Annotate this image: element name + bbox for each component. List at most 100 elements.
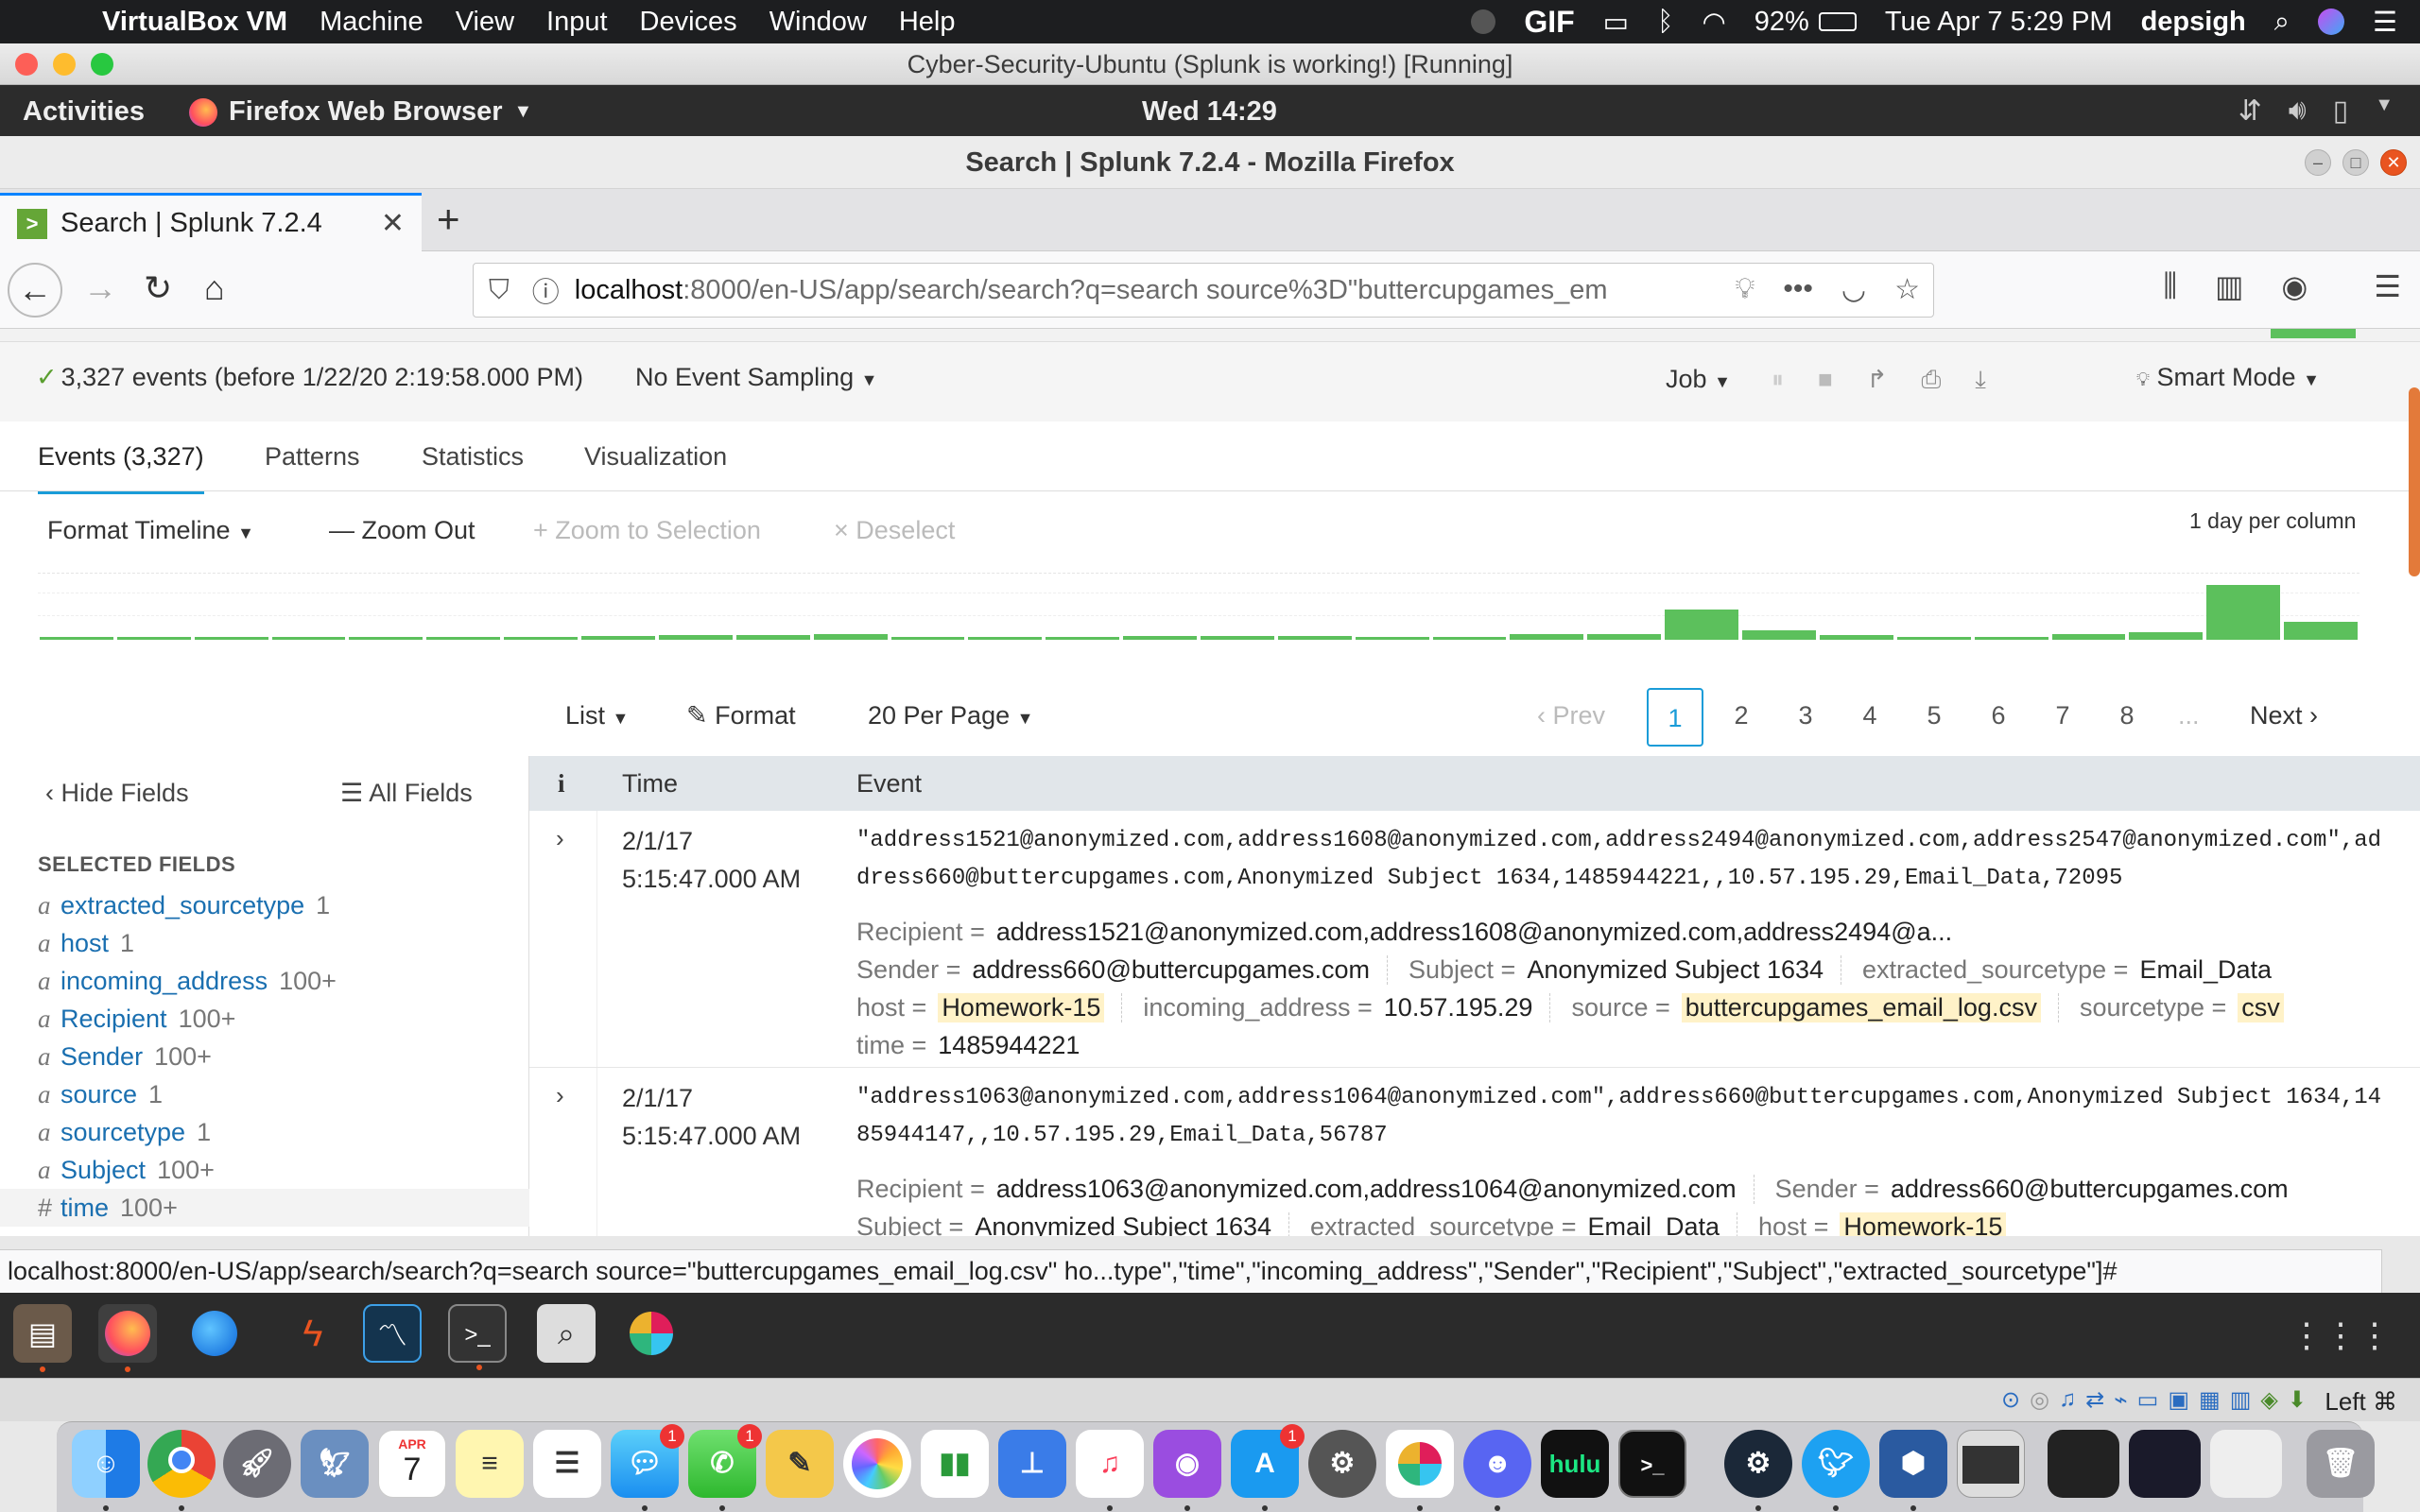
event-field[interactable]: Subject = Anonymized Subject 1634 (1409, 954, 1842, 985)
messages-icon[interactable]: 💬︎ 1 (611, 1424, 684, 1498)
page-4[interactable]: 4 (1841, 701, 1898, 730)
list-dropdown[interactable]: List ▼ (565, 701, 629, 730)
ubuntu-clock[interactable]: Wed 14:29 (1142, 96, 1277, 128)
tab-splunk-search[interactable]: > Search | Splunk 7.2.4 ✕ (0, 193, 422, 251)
url-bar[interactable]: ⛉ ⓘ localhost:8000/en-US/app/search/sear… (473, 263, 1934, 318)
search-mode-dropdown[interactable]: 💡︎ Smart Mode ▼ (2136, 363, 2320, 392)
event-field-value[interactable]: 10.57.195.29 (1384, 993, 1533, 1022)
back-button[interactable]: ← (8, 263, 62, 318)
battery-icon[interactable] (1818, 12, 1857, 31)
activities-button[interactable]: Activities (23, 96, 145, 128)
hulu-icon[interactable]: hulu (1541, 1430, 1609, 1498)
vbox-vm-window-icon[interactable] (1957, 1430, 2025, 1498)
pages-icon[interactable]: ✎ (766, 1430, 834, 1498)
timeline-bar[interactable] (1201, 636, 1274, 640)
video-capture-icon[interactable]: ▦ (2199, 1386, 2221, 1414)
hamburger-menu-icon[interactable]: ☰ (2374, 268, 2401, 304)
shared-folders-icon[interactable]: ▭ (2137, 1386, 2159, 1414)
event-field-value[interactable]: buttercupgames_email_log.csv (1681, 992, 2041, 1022)
maximize-icon[interactable]: □ (2342, 149, 2369, 176)
hide-fields-button[interactable]: ‹ Hide Fields (45, 779, 189, 808)
event-field-value[interactable]: Homework-15 (1840, 1211, 2007, 1236)
podcasts-icon[interactable]: ◉ (1153, 1430, 1221, 1498)
wifi-icon[interactable]: ◠ (1702, 6, 1725, 39)
library-icon[interactable]: ⫼ (2163, 268, 2177, 304)
keyboard-capture-icon[interactable]: ⬇ (2288, 1386, 2307, 1414)
field-item[interactable]: a incoming_address 100+ (0, 962, 529, 1000)
timeline-bar[interactable] (1355, 637, 1429, 640)
format-button[interactable]: ✎ Format (686, 701, 796, 730)
launchpad-icon[interactable]: 🚀︎ (223, 1430, 291, 1498)
mouse-integration-icon[interactable]: ◈ (2260, 1386, 2277, 1414)
terminal-dock-icon[interactable]: >_ (1618, 1430, 1686, 1498)
display-icon[interactable]: ▣ (2168, 1386, 2189, 1414)
menu-input[interactable]: Input (546, 7, 608, 38)
event-sampling-dropdown[interactable]: No Event Sampling ▼ (635, 363, 877, 392)
pause-icon[interactable]: ⏸︎ (1772, 365, 1784, 395)
format-timeline-dropdown[interactable]: Format Timeline ▼ (47, 516, 254, 545)
numbers-icon[interactable]: ▮▮ (921, 1430, 989, 1498)
export-icon[interactable]: ⤓ (1975, 365, 1986, 395)
timeline-bar[interactable] (735, 635, 810, 640)
timeline-bar[interactable] (1974, 637, 2048, 640)
trash-icon[interactable]: 🗑︎ (2307, 1430, 2375, 1498)
timeline-bar[interactable] (504, 637, 579, 640)
slack-dock-icon[interactable] (1386, 1430, 1454, 1498)
new-tab-button[interactable]: + (437, 197, 460, 242)
zoom-to-selection-button[interactable]: + Zoom to Selection (533, 516, 761, 545)
discord-icon[interactable]: ☻ (1463, 1430, 1531, 1498)
event-field-value[interactable]: csv (2238, 992, 2284, 1022)
volume-icon[interactable]: 🔊︎ (2289, 94, 2307, 128)
spotlight-icon[interactable]: ⌕ (2274, 7, 2290, 38)
timeline-chart[interactable] (38, 573, 2360, 640)
timeline-bar[interactable] (1896, 637, 1971, 640)
event-field[interactable]: extracted_sourcetype = Email_Data (1310, 1211, 1738, 1236)
timeline-bar[interactable] (194, 637, 268, 640)
pocket-icon[interactable]: ◡ (1841, 273, 1866, 306)
notification-center-icon[interactable]: ☰ (2373, 6, 2397, 39)
user-name[interactable]: depsigh (2141, 7, 2246, 38)
terminal-icon[interactable]: >_ (448, 1304, 507, 1370)
network-icon[interactable]: ⇵ (2238, 94, 2262, 128)
field-item[interactable]: a extracted_sourcetype 1 (0, 886, 529, 924)
timeline-bar[interactable] (1665, 610, 1739, 640)
preview-icon[interactable]: 🦅︎ (301, 1430, 369, 1498)
cpu-icon[interactable]: ▥ (2230, 1386, 2252, 1414)
minimized-window-3[interactable] (2210, 1430, 2282, 1498)
chrome-icon[interactable] (147, 1430, 216, 1498)
forward-button[interactable]: → (83, 268, 117, 308)
reminders-icon[interactable]: ☰ (533, 1430, 601, 1498)
page-actions-icon[interactable]: ••• (1783, 273, 1813, 306)
bluetooth-icon[interactable]: ᛒ (1657, 7, 1673, 38)
usb-icon[interactable]: ⌁ (2114, 1386, 2127, 1414)
field-item[interactable]: a source 1 (0, 1075, 529, 1113)
timeline-bar[interactable] (2284, 622, 2358, 640)
event-field-value[interactable]: address1521@anonymized.com,address1608@a… (996, 918, 1952, 947)
event-field-value[interactable]: 1485944221 (938, 1031, 1080, 1060)
job-dropdown[interactable]: Job ▼ (1666, 365, 1731, 394)
sublime-icon[interactable]: ϟ (284, 1304, 342, 1363)
timeline-bar[interactable] (1123, 636, 1197, 640)
timeline-bar[interactable] (116, 637, 191, 640)
system-preferences-icon[interactable]: ⚙ (1308, 1430, 1376, 1498)
network-adapter-icon[interactable]: ⇄ (2085, 1386, 2104, 1414)
wireshark-icon[interactable]: 〽 (363, 1304, 422, 1363)
event-field[interactable]: Sender = address660@buttercupgames.com (856, 954, 1388, 985)
system-menu-chevron-icon[interactable]: ▼ (2375, 94, 2394, 128)
app-menu[interactable]: VirtualBox VM (102, 7, 287, 38)
thunderbird-icon[interactable] (185, 1304, 244, 1363)
timeline-bar[interactable] (2129, 632, 2204, 640)
share-icon[interactable]: ↱ (1867, 365, 1888, 395)
field-item[interactable]: a Sender 100+ (0, 1038, 529, 1075)
tab-events[interactable]: Events (3,327) (38, 442, 204, 494)
show-applications-icon[interactable]: ⋮⋮⋮ (2290, 1315, 2392, 1355)
field-item[interactable]: a sourcetype 1 (0, 1113, 529, 1151)
timeline-bar[interactable] (40, 637, 113, 640)
notes-icon[interactable]: ≡ (456, 1430, 524, 1498)
menu-machine[interactable]: Machine (320, 7, 424, 38)
page-2[interactable]: 2 (1713, 701, 1770, 730)
twitter-icon[interactable]: 🐦︎ (1802, 1430, 1870, 1498)
event-field[interactable]: sourcetype = csv (2080, 992, 2301, 1022)
timeline-bar[interactable] (1819, 635, 1893, 640)
event-field-value[interactable]: address1063@anonymized.com,address1064@a… (996, 1175, 1737, 1204)
